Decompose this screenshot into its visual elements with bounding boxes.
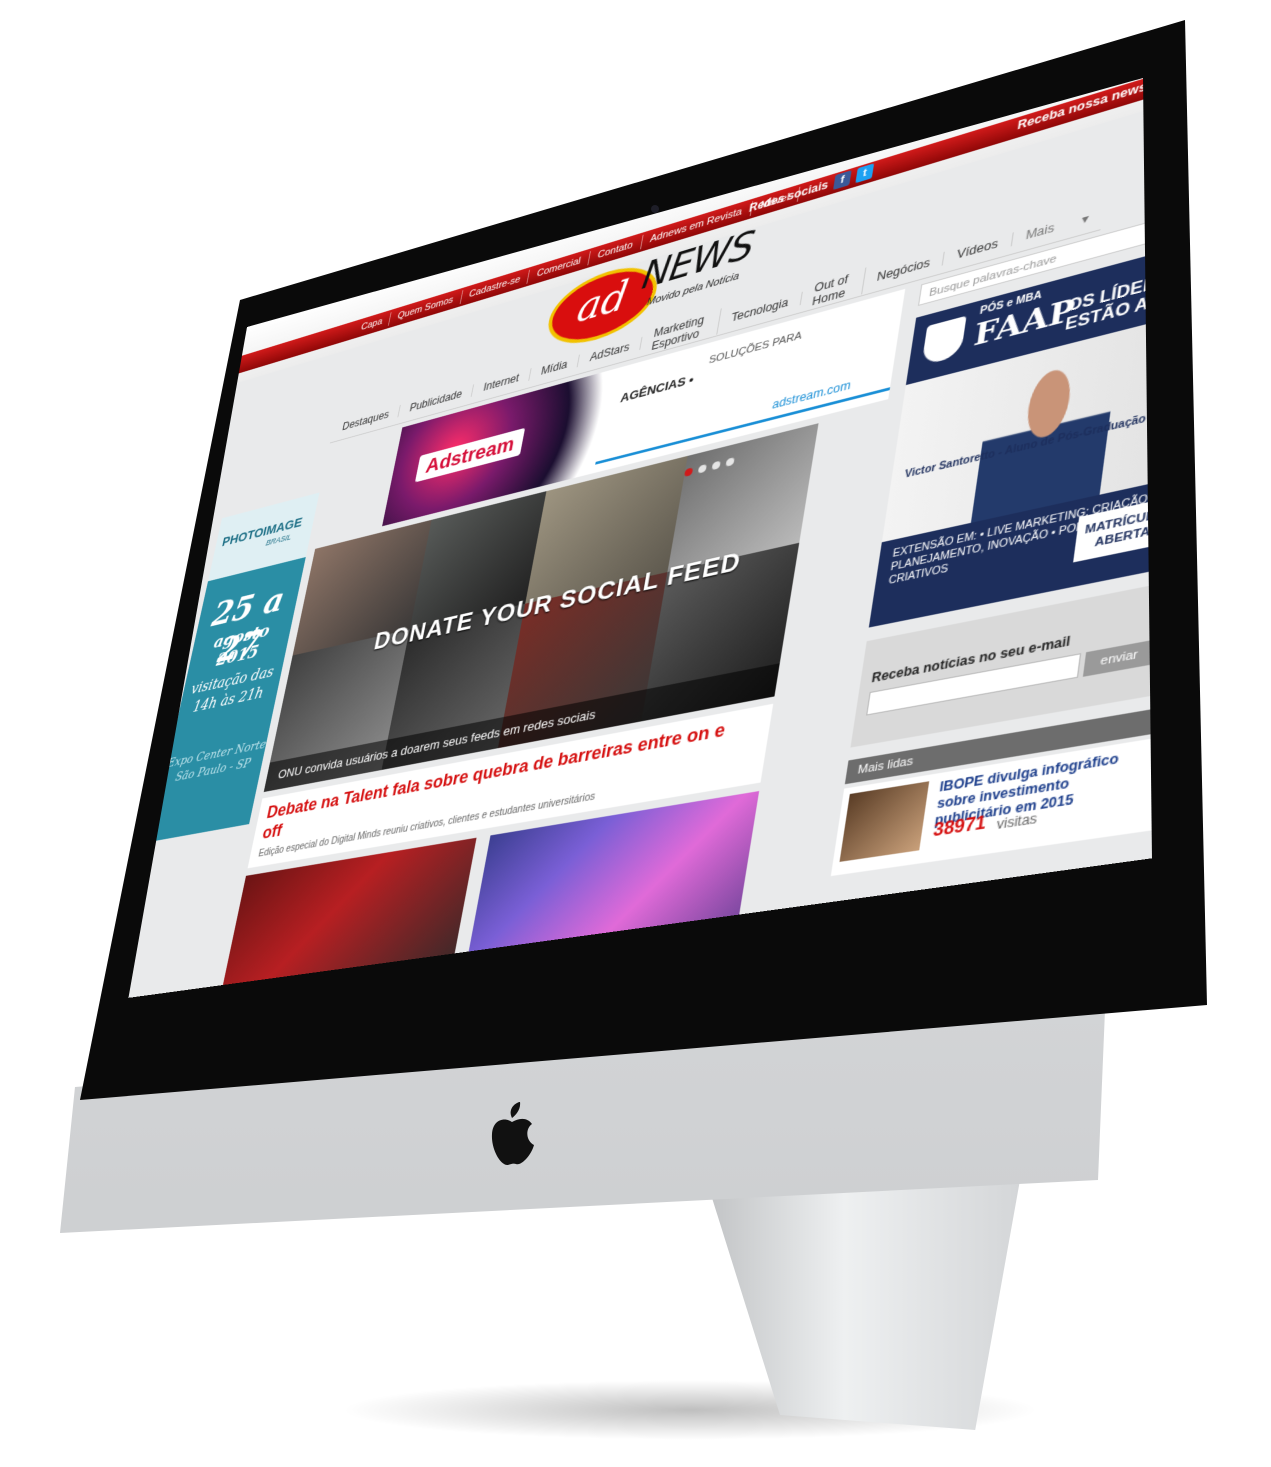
apple-logo-icon [491, 1102, 534, 1166]
imac-frame: Capa Quem Somos Cadastre-se Comercial Co… [0, 0, 1271, 1467]
nav-mais[interactable]: Mais [1011, 217, 1069, 247]
send-button[interactable]: enviar [1082, 639, 1153, 677]
nav-destaques[interactable]: Destaques [331, 404, 402, 436]
adstream-line1: SOLUÇÕES PARA [707, 329, 803, 367]
nav-internet[interactable]: Internet [471, 368, 532, 397]
adstream-line2: AGÊNCIAS • [619, 371, 695, 406]
web-page: Capa Quem Somos Cadastre-se Comercial Co… [121, 60, 1210, 1003]
camera-icon [651, 205, 659, 213]
nav-videos[interactable]: Vídeos [943, 232, 1014, 266]
photoimage-place: Expo Center Norte São Paulo - SP [166, 737, 268, 785]
mail-icon: ✉ [1187, 60, 1210, 80]
screen: Capa Quem Somos Cadastre-se Comercial Co… [121, 60, 1210, 1040]
chevron-down-icon[interactable]: ▾ [1067, 207, 1103, 231]
mais-lidas-thumbnail[interactable] [839, 781, 930, 862]
nav-midia[interactable]: Mídia [529, 354, 581, 381]
